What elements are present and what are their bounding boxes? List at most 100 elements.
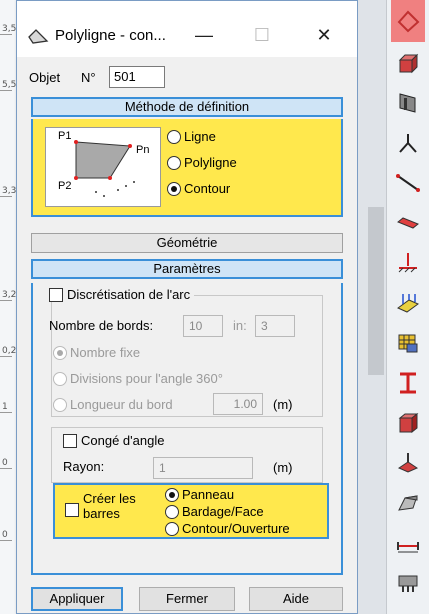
dimension-icon[interactable]	[391, 526, 425, 560]
discretisation-checkbox[interactable]: Discrétisation de l'arc	[49, 287, 195, 302]
discretisation-label: Discrétisation de l'arc	[67, 287, 191, 302]
minimize-button[interactable]: —	[189, 21, 219, 49]
ruler-line	[0, 412, 12, 413]
ruler-tick: 3,2	[2, 290, 17, 300]
section-icon[interactable]	[391, 406, 425, 440]
methode-header[interactable]: Méthode de définition	[31, 97, 343, 117]
shape-icon[interactable]	[391, 0, 425, 42]
bardage-label: Bardage/Face	[182, 504, 264, 519]
checkbox-box[interactable]	[49, 287, 63, 302]
barres-panel: Créer les barres Panneau Bardage/Face Co…	[53, 483, 329, 539]
radio-contour[interactable]: Contour	[167, 181, 230, 196]
conge-checkbox[interactable]: Congé d'angle	[63, 433, 164, 448]
ruler-tick: 1	[2, 402, 8, 412]
polyline-diagram: P1 Pn P2	[45, 127, 161, 207]
ruler-tick: 0,2	[2, 346, 17, 356]
ruler-tick: 0	[2, 458, 8, 468]
radio-ligne[interactable]: Ligne	[167, 129, 216, 144]
diagram-label-p2: P2	[58, 180, 72, 192]
load-icon[interactable]	[391, 286, 425, 320]
ruler-tick: 3,5	[2, 24, 17, 34]
divisions-label: Divisions pour l'angle 360°	[70, 371, 223, 386]
line-icon[interactable]	[391, 166, 425, 200]
rayon-label: Rayon:	[63, 459, 105, 474]
min-label: in:	[233, 318, 247, 333]
nombre-fixe-label: Nombre fixe	[70, 345, 141, 360]
radio-polyligne[interactable]: Polyligne	[167, 155, 237, 170]
nombre-bords-label: Nombre de bords:	[49, 318, 154, 333]
radio-nombre-fixe[interactable]: Nombre fixe	[53, 345, 140, 360]
ruler-line	[0, 356, 12, 357]
radio-divisions[interactable]: Divisions pour l'angle 360°	[53, 371, 223, 386]
numero-label: N°	[81, 69, 96, 85]
foundation-icon[interactable]	[391, 446, 425, 480]
contour-ouverture-label: Contour/Ouverture	[182, 521, 290, 536]
conge-label: Congé d'angle	[81, 433, 165, 448]
right-toolbar	[386, 0, 429, 614]
ruler-line	[0, 540, 12, 541]
polyline-dialog: Polyligne - con... — ☐ ✕ Objet N° 501 Mé…	[16, 0, 358, 614]
ruler-line	[0, 468, 12, 469]
nombre-bords-input[interactable]: 10	[183, 315, 223, 337]
dialog-body: Objet N° 501 Méthode de définition P1 Pn…	[17, 57, 357, 613]
numero-input[interactable]: 501	[109, 66, 165, 88]
radio-dot-selected[interactable]	[53, 345, 67, 360]
scrollbar-thumb[interactable]	[368, 207, 384, 375]
radio-dot-selected[interactable]	[165, 487, 179, 502]
ruler-tick: 5,5	[2, 80, 17, 90]
ruler-line	[0, 300, 12, 301]
apply-button[interactable]: Appliquer	[31, 587, 123, 611]
creer-barres-checkbox[interactable]	[65, 503, 83, 517]
parametres-header[interactable]: Paramètres	[31, 259, 343, 279]
panel-icon[interactable]	[391, 86, 425, 120]
radio-panneau[interactable]: Panneau	[165, 487, 234, 502]
i-beam-icon[interactable]	[391, 366, 425, 400]
objet-label: Objet	[29, 69, 61, 85]
radio-dot[interactable]	[165, 521, 179, 536]
diagram-label-p1: P1	[58, 130, 72, 142]
rayon-input[interactable]: 1	[153, 457, 253, 479]
radio-contour-ouverture[interactable]: Contour/Ouverture	[165, 521, 290, 536]
ruler-line	[0, 196, 12, 197]
diagram-label-pn: Pn	[136, 144, 150, 156]
polyline-app-icon	[28, 29, 49, 44]
radio-dot[interactable]	[53, 371, 67, 386]
close-button[interactable]: ✕	[309, 21, 339, 49]
checkbox-box[interactable]	[63, 433, 77, 448]
misc-icon[interactable]	[391, 566, 425, 600]
longueur-input[interactable]: 1.00	[213, 393, 263, 415]
rayon-unit: (m)	[273, 460, 293, 475]
radio-dot-selected[interactable]	[167, 181, 181, 196]
background-scrollbar[interactable]	[358, 0, 386, 614]
ruler-line	[0, 34, 12, 35]
title-bar[interactable]: Polyligne - con... — ☐ ✕	[17, 1, 357, 57]
geometrie-header[interactable]: Géométrie	[31, 233, 343, 253]
help-button[interactable]: Aide	[249, 587, 343, 611]
radio-polyligne-label: Polyligne	[184, 155, 237, 170]
support-icon[interactable]	[391, 246, 425, 280]
creer-barres-label-1: Créer les	[83, 491, 136, 506]
branch-icon[interactable]	[391, 126, 425, 160]
grid-icon[interactable]	[391, 326, 425, 360]
ruler-line	[0, 90, 12, 91]
checkbox-box[interactable]	[65, 503, 79, 517]
radio-ligne-label: Ligne	[184, 129, 216, 144]
creer-barres-label-2: barres	[83, 506, 120, 521]
min-input[interactable]: 3	[255, 315, 295, 337]
radio-dot[interactable]	[167, 155, 181, 170]
ruler-tick: 3,3	[2, 186, 17, 196]
longueur-label: Longueur du bord	[70, 397, 173, 412]
solid-icon[interactable]	[391, 486, 425, 520]
methode-panel: P1 Pn P2 Ligne Polyligne Contour	[31, 119, 343, 217]
object-row: Objet N° 501	[29, 65, 165, 89]
radio-dot[interactable]	[167, 129, 181, 144]
volume-icon[interactable]	[391, 46, 425, 80]
radio-bardage[interactable]: Bardage/Face	[165, 504, 264, 519]
radio-longueur[interactable]: Longueur du bord	[53, 397, 173, 412]
radio-dot[interactable]	[53, 397, 67, 412]
close-dialog-button[interactable]: Fermer	[139, 587, 235, 611]
radio-dot[interactable]	[165, 504, 179, 519]
window-title: Polyligne - con...	[55, 27, 166, 44]
beam-icon[interactable]	[391, 206, 425, 240]
maximize-button[interactable]: ☐	[247, 21, 277, 49]
